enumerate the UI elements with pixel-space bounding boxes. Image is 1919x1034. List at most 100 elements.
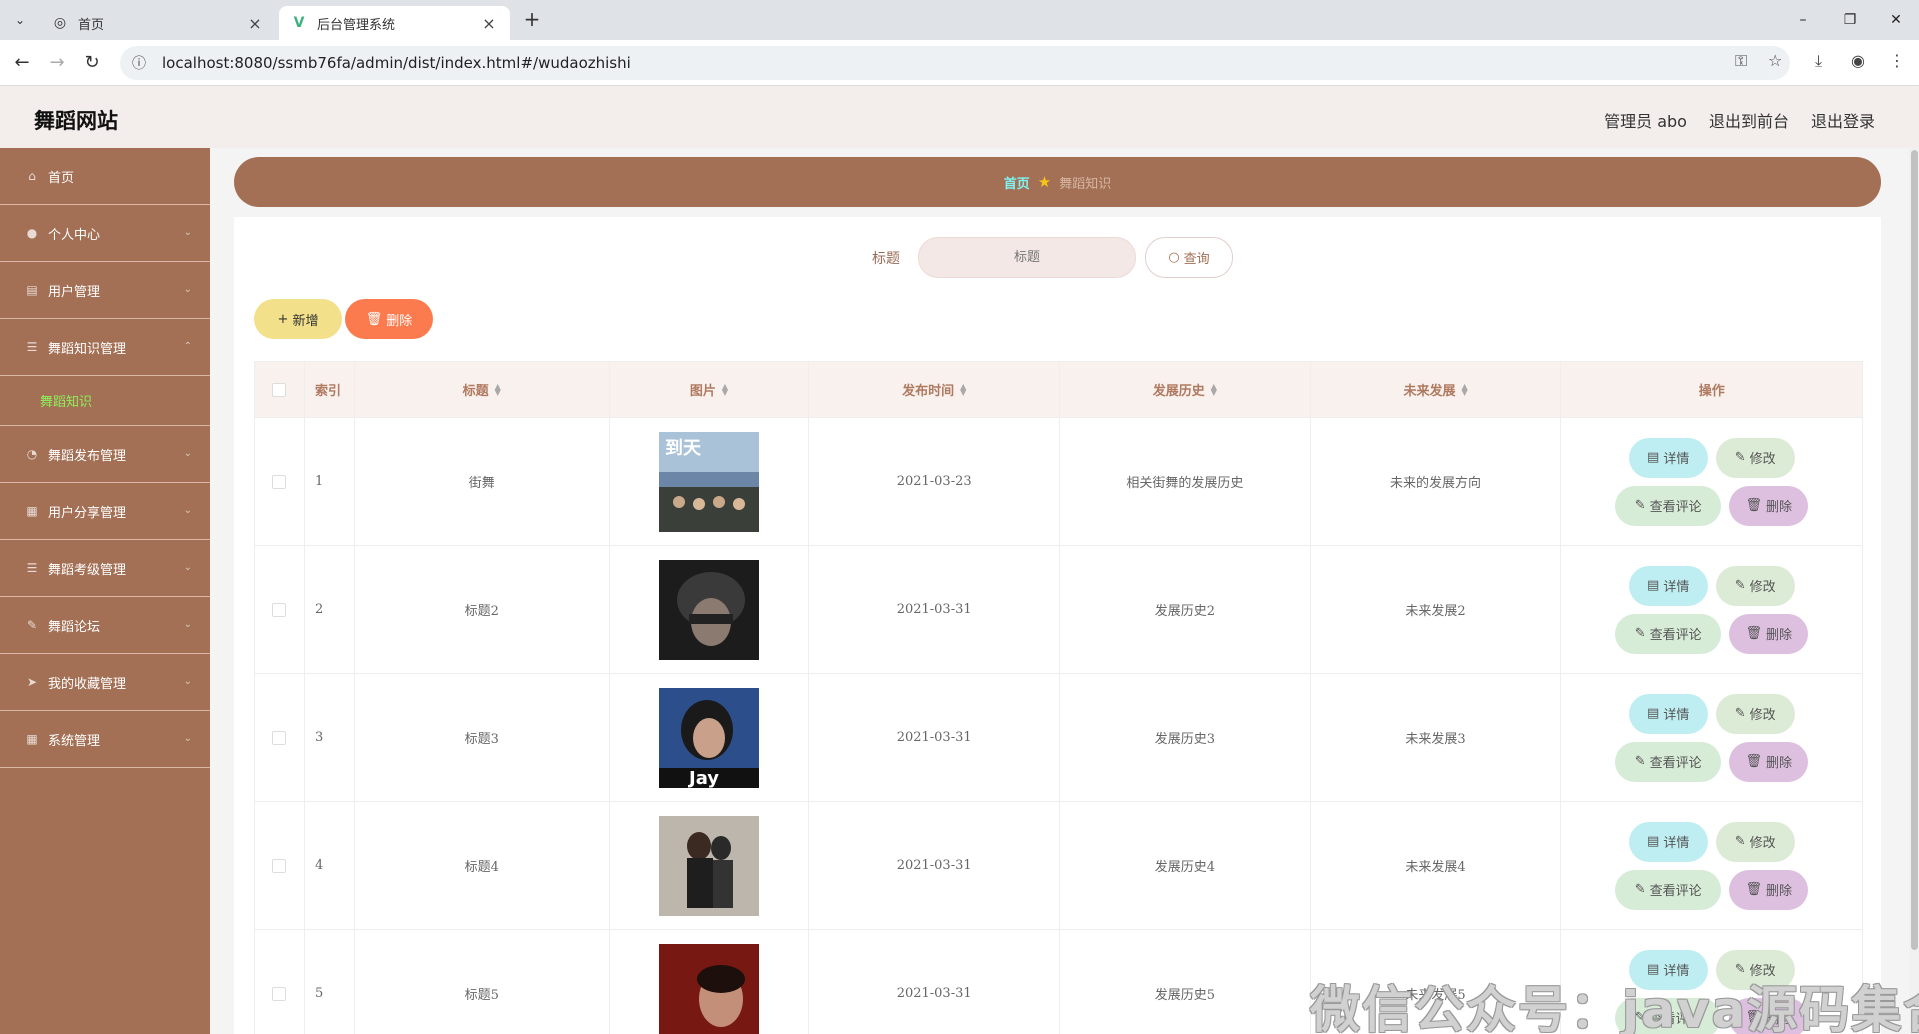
document-icon: ▦ [26,504,38,518]
row-checkbox[interactable] [272,602,287,617]
tab-title: 后台管理系统 [317,17,396,33]
sort-icon[interactable]: ▲ ▼ [1461,382,1467,396]
sort-icon[interactable]: ▲ ▼ [495,382,501,396]
edit-icon: ✎ [1634,626,1646,641]
sort-icon[interactable]: ▲ ▼ [722,382,728,396]
reload-icon[interactable]: ↻ [80,51,104,75]
trash-icon: 🗑 [1745,626,1762,641]
close-icon[interactable]: × [246,14,264,33]
site-info-icon[interactable]: ⓘ [132,53,152,73]
cell-history: 相关街舞的发展历史 [1060,418,1311,545]
sidebar-item-dance-publish[interactable]: ◔ 舞蹈发布管理 ⌄ [0,426,210,483]
row-delete-button[interactable]: 🗑 删除 [1729,741,1809,782]
sidebar-item-user-share[interactable]: ▦ 用户分享管理 ⌄ [0,483,210,540]
sidebar-item-users[interactable]: ▤ 用户管理 ⌄ [0,262,210,319]
minimize-icon[interactable]: – [1783,6,1823,34]
chevron-up-icon: ⌃ [183,341,192,352]
chevron-down-icon: ⌄ [183,505,192,516]
admin-user-label: 管理员 abo [1604,112,1687,131]
new-tab-plus-icon[interactable]: + [520,8,544,32]
forward-arrow-icon[interactable]: → [45,51,69,75]
chevron-down-icon: ⌄ [183,562,192,573]
header-title[interactable]: 标题 ▲ ▼ [355,362,610,417]
browser-tab-bar: ⌄ ◎ 首页 × V 后台管理系统 × + – ❐ ✕ [0,0,1919,40]
cell-date: 2021-03-31 [809,546,1061,673]
browser-menu-icon[interactable]: ⋮ [1889,51,1905,70]
title-search-input[interactable] [918,237,1136,278]
row-checkbox[interactable] [272,730,287,745]
sidebar-item-favorites[interactable]: ➤ 我的收藏管理 ⌄ [0,654,210,711]
header-history[interactable]: 发展历史 ▲ ▼ [1060,362,1311,417]
edit-icon: ✎ [1734,834,1746,849]
header-label: 发展历史 [1152,384,1205,399]
sidebar-item-dance-knowledge[interactable]: ☰ 舞蹈知识管理 ⌃ [0,319,210,376]
sidebar-item-forum[interactable]: ✎ 舞蹈论坛 ⌄ [0,597,210,654]
row-delete-button[interactable]: 🗑 删除 [1729,485,1809,526]
edit-icon: ✎ [1734,450,1746,465]
detail-button[interactable]: ▤ 详情 [1628,437,1708,478]
back-arrow-icon[interactable]: ← [10,51,34,75]
table-row: 1 街舞 到天 2021-03-23 相关街舞的发展历史 未来的发展方向 ▤ 详情… [255,418,1862,546]
submenu-item-dance-knowledge[interactable]: 舞蹈知识 [0,376,210,426]
sidebar-item-home[interactable]: ⌂ 首页 [0,148,210,205]
search-button[interactable]: ○ 查询 [1145,237,1233,278]
comment-label: 查看评论 [1649,884,1702,899]
row-checkbox[interactable] [272,986,287,1001]
header-image[interactable]: 图片 ▲ ▼ [610,362,810,417]
header-label: 图片 [689,384,716,399]
remove-label: 删除 [1765,884,1792,899]
bookmark-star-icon[interactable]: ☆ [1768,51,1782,70]
scrollbar-thumb[interactable] [1911,150,1918,950]
select-all-checkbox[interactable] [272,382,287,397]
detail-button[interactable]: ▤ 详情 [1628,821,1708,862]
cell-future: 未来的发展方向 [1311,418,1562,545]
batch-delete-button[interactable]: 🗑 删除 [345,299,433,339]
cell-date: 2021-03-23 [809,418,1061,545]
download-icon[interactable]: ⤓ [1815,51,1822,71]
add-button[interactable]: + 新增 [254,299,342,339]
header-future[interactable]: 未来发展 ▲ ▼ [1311,362,1562,417]
window-close-icon[interactable]: ✕ [1876,6,1916,34]
exit-to-front-link[interactable]: 退出到前台 [1709,108,1789,132]
view-comments-button[interactable]: ✎ 查看评论 [1615,485,1722,526]
sort-icon[interactable]: ▲ ▼ [1211,382,1217,396]
edit-button[interactable]: ✎ 修改 [1715,693,1795,734]
restore-icon[interactable]: ❐ [1830,6,1870,34]
row-delete-button[interactable]: 🗑 删除 [1729,613,1809,654]
view-comments-button[interactable]: ✎ 查看评论 [1615,869,1722,910]
detail-label: 详情 [1663,836,1690,851]
logout-link[interactable]: 退出登录 [1811,108,1875,132]
browser-tab-home[interactable]: ◎ 首页 × [40,6,276,40]
row-delete-button[interactable]: 🗑 删除 [1729,869,1809,910]
detail-button[interactable]: ▤ 详情 [1628,693,1708,734]
edit-button[interactable]: ✎ 修改 [1715,565,1795,606]
row-checkbox[interactable] [272,474,287,489]
detail-button[interactable]: ▤ 详情 [1628,565,1708,606]
comment-label: 查看评论 [1649,756,1702,771]
detail-label: 详情 [1663,452,1690,467]
tab-search-chevron-icon[interactable]: ⌄ [8,8,32,32]
url-field[interactable]: ⓘ localhost:8080/ssmb76fa/admin/dist/ind… [120,46,1790,80]
row-checkbox[interactable] [272,858,287,873]
breadcrumb-home[interactable]: 首页 [1004,173,1030,192]
sidebar-item-label: 我的收藏管理 [48,676,127,692]
close-icon[interactable]: × [480,14,498,33]
comment-label: 查看评论 [1649,500,1702,515]
sidebar-item-profile[interactable]: ● 个人中心 ⌄ [0,205,210,262]
edit-button[interactable]: ✎ 修改 [1715,437,1795,478]
search-row: 标题 ○ 查询 [234,237,1881,279]
sort-icon[interactable]: ▲ ▼ [960,382,966,396]
edit-icon: ✎ [1634,882,1646,897]
url-text: localhost:8080/ssmb76fa/admin/dist/index… [162,54,631,72]
view-comments-button[interactable]: ✎ 查看评论 [1615,613,1722,654]
svg-text:到天: 到天 [665,438,702,459]
edit-button[interactable]: ✎ 修改 [1715,821,1795,862]
header-publish-date[interactable]: 发布时间 ▲ ▼ [809,362,1061,417]
sidebar-item-label: 舞蹈发布管理 [48,448,127,464]
browser-tab-admin[interactable]: V 后台管理系统 × [279,6,510,40]
sidebar-item-dance-grade[interactable]: ☰ 舞蹈考级管理 ⌄ [0,540,210,597]
sidebar-item-system[interactable]: ▦ 系统管理 ⌄ [0,711,210,768]
profile-icon[interactable]: ◉ [1851,51,1865,70]
view-comments-button[interactable]: ✎ 查看评论 [1615,741,1722,782]
password-key-icon[interactable]: ⚿ [1735,51,1747,71]
